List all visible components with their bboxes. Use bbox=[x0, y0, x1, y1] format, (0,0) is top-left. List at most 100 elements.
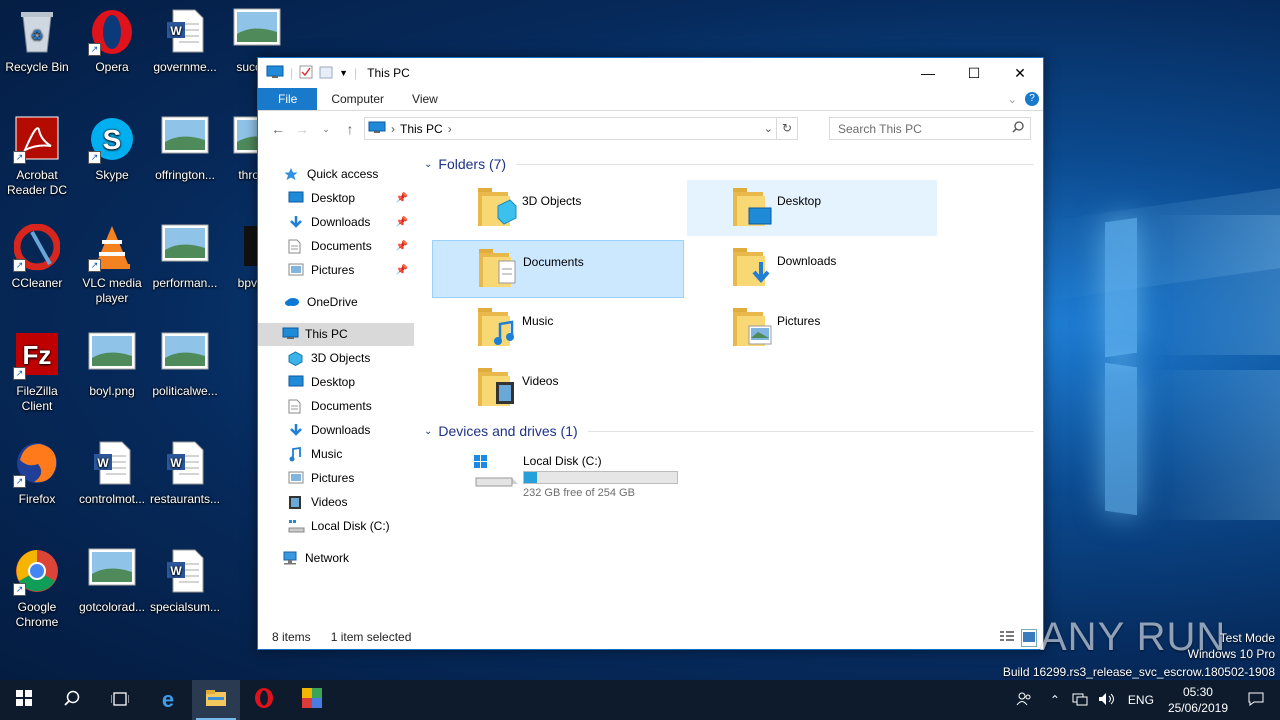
nav-pc-desktop[interactable]: Desktop bbox=[288, 370, 355, 394]
desktop-icon[interactable]: politicalwe... bbox=[148, 332, 222, 399]
minimize-button[interactable]: — bbox=[905, 58, 951, 88]
folder-tile-music[interactable]: Music bbox=[432, 300, 682, 356]
desktop-icon[interactable]: ↗ CCleaner bbox=[0, 223, 74, 291]
title-bar[interactable]: | ▼ | This PC — ☐ ✕ bbox=[258, 58, 1043, 88]
desktop-icon[interactable]: offrington... bbox=[148, 116, 222, 183]
folder-tile-3d-objects[interactable]: 3D Objects bbox=[432, 180, 682, 236]
nav-quick-access[interactable]: Quick access bbox=[284, 162, 378, 186]
task-view-button[interactable] bbox=[96, 680, 144, 720]
nav-onedrive[interactable]: OneDrive bbox=[284, 290, 358, 314]
pin-icon[interactable]: 📌 bbox=[396, 217, 408, 228]
tab-view[interactable]: View bbox=[398, 88, 452, 110]
network-status-icon[interactable] bbox=[1072, 692, 1088, 709]
breadcrumb-this-pc[interactable]: This PC bbox=[400, 122, 443, 136]
breadcrumb-separator-icon[interactable]: › bbox=[391, 122, 395, 136]
devices-group-header[interactable]: ⌄ Devices and drives (1) bbox=[424, 423, 1034, 439]
close-button[interactable]: ✕ bbox=[997, 58, 1043, 88]
search-input[interactable]: Search This PC bbox=[838, 122, 922, 136]
pin-icon[interactable]: 📌 bbox=[396, 241, 408, 252]
pin-icon[interactable]: 📌 bbox=[396, 193, 408, 204]
show-hidden-icons-icon[interactable]: ⌃ bbox=[1050, 693, 1060, 707]
start-button[interactable] bbox=[0, 680, 48, 720]
desktop-icon[interactable]: boyl.png bbox=[75, 332, 149, 399]
windows-logo-light bbox=[1105, 217, 1137, 358]
firefox-icon: ↗ bbox=[13, 440, 61, 488]
nav-pc-3d-objects[interactable]: 3D Objects bbox=[288, 346, 370, 370]
nav-pc-music[interactable]: Music bbox=[288, 442, 342, 466]
acrobat-icon: ↗ bbox=[13, 116, 61, 164]
nav-this-pc[interactable]: This PC bbox=[282, 322, 348, 346]
clock[interactable]: 05:30 25/06/2019 bbox=[1168, 684, 1228, 716]
desktop-icon[interactable]: Wspecialsum... bbox=[148, 548, 222, 615]
desktop-icon-label: Google Chrome bbox=[15, 600, 59, 629]
taskbar-app[interactable] bbox=[288, 680, 336, 720]
nav-network[interactable]: Network bbox=[282, 546, 349, 570]
folder-tile-desktop[interactable]: Desktop bbox=[687, 180, 937, 236]
desktop-icon[interactable]: Wcontrolmot... bbox=[75, 440, 149, 507]
desktop-icon[interactable]: Wgovernme... bbox=[148, 8, 222, 75]
new-folder-icon[interactable] bbox=[319, 65, 333, 82]
folder-tile-downloads[interactable]: Downloads bbox=[687, 240, 937, 296]
desktop-icon[interactable]: ↗ Opera bbox=[75, 8, 149, 75]
desktop-icon[interactable]: Fz ↗ FileZilla Client bbox=[0, 332, 74, 414]
desktop-icon[interactable]: ↗ Acrobat Reader DC bbox=[0, 116, 74, 198]
nav-pc-videos[interactable]: Videos bbox=[288, 490, 347, 514]
language-indicator[interactable]: ENG bbox=[1128, 693, 1154, 707]
folder-tile-pictures[interactable]: Pictures bbox=[687, 300, 937, 356]
refresh-button[interactable]: ↻ bbox=[776, 118, 797, 139]
nav-quick-downloads[interactable]: Downloads 📌 bbox=[288, 210, 412, 234]
drive-tile-c[interactable]: Local Disk (C:) 232 GB free of 254 GB bbox=[432, 446, 682, 502]
folders-group-header[interactable]: ⌄ Folders (7) bbox=[424, 156, 1034, 172]
maximize-button[interactable]: ☐ bbox=[951, 58, 997, 88]
recent-locations-button[interactable]: ⌄ bbox=[314, 124, 338, 135]
ccleaner-icon: ↗ bbox=[13, 223, 61, 272]
forward-button[interactable]: → bbox=[290, 121, 314, 137]
desktop-icon[interactable]: performan... bbox=[148, 224, 222, 291]
customize-toolbar-icon[interactable]: ▼ bbox=[339, 68, 348, 78]
desktop-icon-label: gotcolorad... bbox=[78, 600, 146, 614]
desktop-icon[interactable]: ↗ VLC media player bbox=[75, 224, 149, 306]
nav-quick-desktop[interactable]: Desktop 📌 bbox=[288, 186, 412, 210]
address-dropdown-icon[interactable]: ⌄ bbox=[764, 122, 773, 135]
nav-quick-pictures[interactable]: Pictures 📌 bbox=[288, 258, 412, 282]
nav-quick-documents[interactable]: Documents 📌 bbox=[288, 234, 412, 258]
taskbar-file-explorer[interactable] bbox=[192, 680, 240, 720]
nav-pc-pictures[interactable]: Pictures bbox=[288, 466, 354, 490]
details-view-icon[interactable] bbox=[999, 630, 1015, 645]
taskbar-edge[interactable]: e bbox=[144, 680, 192, 720]
desktop-icon[interactable]: ↗ Google Chrome bbox=[0, 548, 74, 630]
pin-icon[interactable]: 📌 bbox=[396, 265, 408, 276]
desktop-icon[interactable]: ↗ Firefox bbox=[0, 440, 74, 507]
desktop-icon[interactable]: Wrestaurants... bbox=[148, 440, 222, 507]
large-icons-view-icon[interactable] bbox=[1021, 629, 1037, 647]
file-explorer-icon bbox=[205, 689, 227, 712]
folder-tile-documents[interactable]: Documents bbox=[432, 240, 684, 298]
help-icon[interactable]: ? bbox=[1025, 92, 1039, 106]
action-center-icon[interactable] bbox=[1248, 692, 1264, 709]
shortcut-arrow-icon: ↗ bbox=[13, 151, 26, 164]
people-icon[interactable] bbox=[1016, 692, 1032, 709]
desktop-icon[interactable]: gotcolorad... bbox=[75, 548, 149, 615]
volume-icon[interactable] bbox=[1098, 692, 1116, 709]
skype-icon: S ↗ bbox=[88, 116, 136, 164]
tab-computer[interactable]: Computer bbox=[317, 88, 398, 110]
desktop-icon[interactable]: S ↗ Skype bbox=[75, 116, 149, 183]
tab-file[interactable]: File bbox=[258, 88, 318, 110]
close-icon: ✕ bbox=[1014, 64, 1026, 81]
up-button[interactable]: ↑ bbox=[338, 121, 362, 137]
nav-pc-documents[interactable]: Documents bbox=[288, 394, 372, 418]
desktop-icon[interactable]: ♻ Recycle Bin bbox=[0, 8, 74, 75]
properties-icon[interactable] bbox=[299, 65, 313, 82]
address-box[interactable]: › This PC › ⌄ ↻ bbox=[364, 117, 798, 140]
nav-pc-local-disk-c[interactable]: Local Disk (C:) bbox=[288, 514, 390, 538]
search-button[interactable] bbox=[48, 680, 96, 720]
breadcrumb-separator-icon[interactable]: › bbox=[448, 122, 452, 136]
back-button[interactable]: ← bbox=[266, 121, 290, 137]
expand-ribbon-icon[interactable]: ⌄ bbox=[1008, 93, 1017, 106]
search-box[interactable]: Search This PC bbox=[829, 117, 1031, 140]
taskbar-opera[interactable] bbox=[240, 680, 288, 720]
folder-tile-videos[interactable]: Videos bbox=[432, 360, 682, 416]
explorer-window[interactable]: | ▼ | This PC — ☐ ✕ File Computer View ⌄… bbox=[257, 57, 1044, 650]
nav-pc-downloads[interactable]: Downloads bbox=[288, 418, 370, 442]
computer-icon bbox=[282, 327, 299, 341]
